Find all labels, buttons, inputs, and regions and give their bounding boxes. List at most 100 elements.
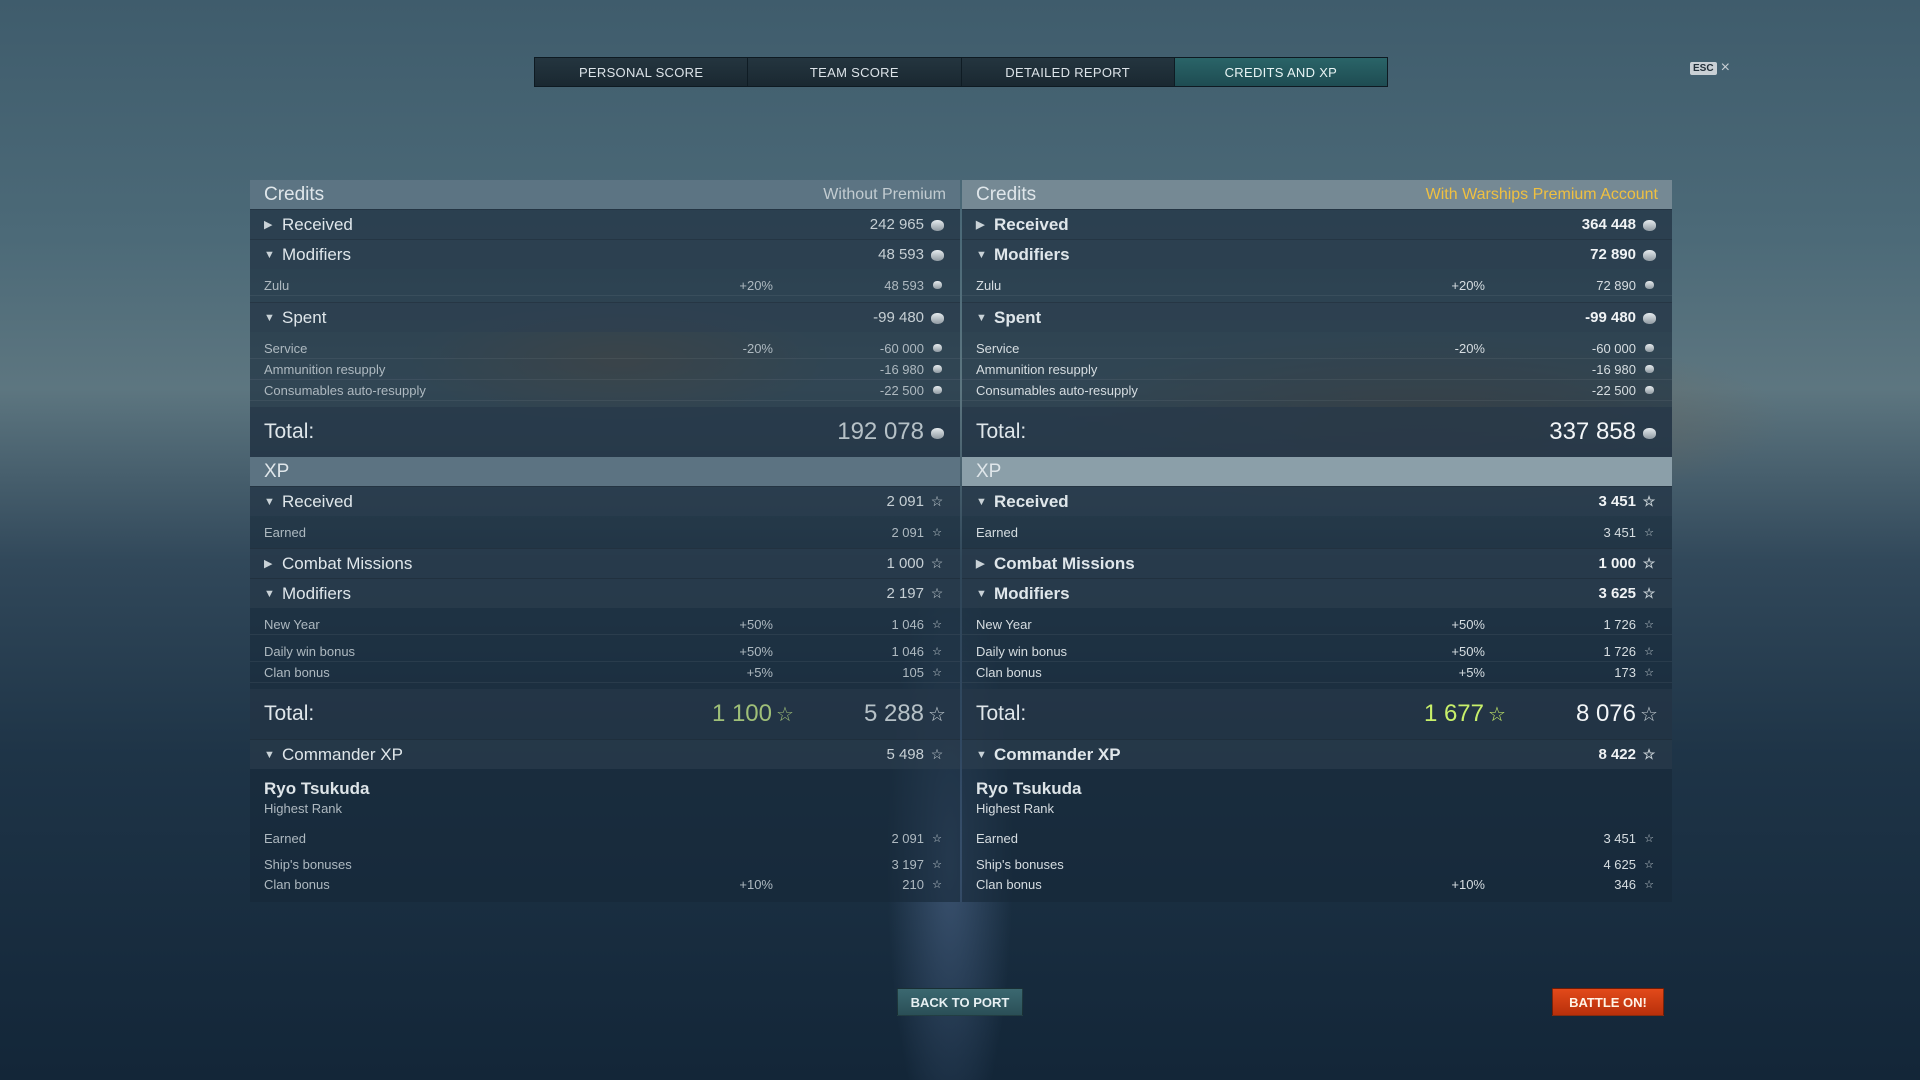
row-label: Earned xyxy=(264,830,306,846)
star-icon: ☆ xyxy=(932,858,942,871)
xp-header: XP xyxy=(250,457,960,486)
credits-spent-row[interactable]: ▼ Spent -99 480 xyxy=(250,302,960,332)
xp-modifiers-row[interactable]: ▼ Modifiers 3 625 ☆ xyxy=(962,578,1672,608)
modifier-row-zulu: Zulu +20% 48 593 xyxy=(250,275,960,296)
spent-row-ammunition: Ammunition resupply -16 980 xyxy=(962,359,1672,380)
credits-total-row: Total: 192 078 xyxy=(250,407,960,457)
xp-header: XP xyxy=(962,457,1672,486)
collapse-arrow-icon[interactable]: ▼ xyxy=(264,496,282,508)
credits-spent-row[interactable]: ▼ Spent -99 480 xyxy=(962,302,1672,332)
tab-team-score[interactable]: TEAM SCORE xyxy=(748,58,962,86)
xp-modifiers-row[interactable]: ▼ Modifiers 2 197 ☆ xyxy=(250,578,960,608)
modifier-percent: +50% xyxy=(1451,616,1485,632)
xp-bonus-number: 1 677 xyxy=(1423,700,1484,727)
modifier-percent: +20% xyxy=(1451,277,1485,293)
xp-modifier-row-new-year: New Year +50% 1 726 ☆ xyxy=(962,614,1672,635)
credits-title: Credits xyxy=(264,183,325,205)
credits-header: Credits With Warships Premium Account xyxy=(962,180,1672,209)
credit-coin-icon xyxy=(928,279,946,291)
total-label: Total: xyxy=(264,420,315,443)
xp-modifier-row-new-year: New Year +50% 1 046 ☆ xyxy=(250,614,960,635)
xp-received-row[interactable]: ▼ Received 3 451 ☆ xyxy=(962,486,1672,516)
battle-on-button[interactable]: BATTLE ON! xyxy=(1552,988,1664,1016)
row-value: 364 448 xyxy=(1581,216,1636,233)
total-label: Total: xyxy=(976,702,1027,725)
expand-arrow-icon[interactable]: ▶ xyxy=(264,557,282,570)
collapse-arrow-icon[interactable]: ▼ xyxy=(264,312,282,324)
collapse-arrow-icon[interactable]: ▼ xyxy=(976,496,994,508)
star-icon: ☆ xyxy=(1488,704,1506,726)
row-label: Received xyxy=(994,214,1069,234)
row-value: 346 xyxy=(1614,876,1636,892)
combat-missions-row[interactable]: ▶ Combat Missions 1 000 ☆ xyxy=(962,548,1672,578)
expand-arrow-icon[interactable]: ▶ xyxy=(264,218,282,231)
row-label: Modifiers xyxy=(282,244,351,264)
star-icon: ☆ xyxy=(930,555,944,571)
row-label: Earned xyxy=(976,830,1018,846)
combat-missions-row[interactable]: ▶ Combat Missions 1 000 ☆ xyxy=(250,548,960,578)
modifier-percent: +50% xyxy=(739,616,773,632)
credits-modifiers-row[interactable]: ▼ Modifiers 72 890 xyxy=(962,239,1672,269)
xp-bonus-number: 1 100 xyxy=(711,700,772,727)
tab-personal-score[interactable]: PERSONAL SCORE xyxy=(535,58,749,86)
row-value: 1 726 xyxy=(1603,616,1636,632)
credit-coin-icon xyxy=(1640,424,1658,440)
collapse-arrow-icon[interactable]: ▼ xyxy=(976,588,994,600)
xp-modifier-row-clan: Clan bonus +5% 105 ☆ xyxy=(250,662,960,683)
xp-total-value: 8 076 xyxy=(1575,700,1636,727)
collapse-arrow-icon[interactable]: ▼ xyxy=(976,312,994,324)
back-to-port-button[interactable]: BACK TO PORT xyxy=(897,988,1023,1016)
commander-ship-bonus-row: Ship's bonuses 3 197 ☆ xyxy=(250,854,960,874)
row-value: 2 091 xyxy=(891,830,924,846)
collapse-arrow-icon[interactable]: ▼ xyxy=(264,749,282,761)
credit-coin-icon xyxy=(1640,310,1658,326)
star-icon: ☆ xyxy=(932,645,942,658)
collapse-arrow-icon[interactable]: ▼ xyxy=(264,588,282,600)
commander-xp-row[interactable]: ▼ Commander XP 5 498 ☆ xyxy=(250,739,960,769)
row-value: 3 451 xyxy=(1598,493,1636,510)
xp-title: XP xyxy=(976,460,1002,482)
row-value: 210 xyxy=(902,876,924,892)
credits-received-row[interactable]: ▶ Received 242 965 xyxy=(250,209,960,239)
tab-detailed-report[interactable]: DETAILED REPORT xyxy=(961,58,1175,86)
star-icon: ☆ xyxy=(1644,526,1654,539)
credit-coin-icon xyxy=(928,384,946,396)
spent-row-ammunition: Ammunition resupply -16 980 xyxy=(250,359,960,380)
xp-bonus-value: 1 677 ☆ xyxy=(1424,700,1506,728)
expand-arrow-icon[interactable]: ▶ xyxy=(976,557,994,570)
credits-total-row: Total: 337 858 xyxy=(962,407,1672,457)
row-label: Consumables auto-resupply xyxy=(264,382,426,398)
credit-coin-icon xyxy=(1640,384,1658,396)
row-value: 48 593 xyxy=(884,277,924,293)
expand-arrow-icon[interactable]: ▶ xyxy=(976,218,994,231)
with-premium-column: Credits With Warships Premium Account ▶ … xyxy=(962,180,1672,902)
star-icon: ☆ xyxy=(1640,703,1658,726)
star-icon: ☆ xyxy=(1644,666,1654,679)
collapse-arrow-icon[interactable]: ▼ xyxy=(976,249,994,261)
row-value: -16 980 xyxy=(879,361,924,377)
esc-close-button[interactable]: ESC × xyxy=(1690,60,1730,76)
collapse-arrow-icon[interactable]: ▼ xyxy=(264,249,282,261)
credit-coin-icon xyxy=(1640,342,1658,354)
star-icon: ☆ xyxy=(928,703,946,726)
credit-coin-icon xyxy=(1640,217,1658,233)
xp-bonus-value: 1 100 ☆ xyxy=(712,700,794,728)
commander-xp-row[interactable]: ▼ Commander XP 8 422 ☆ xyxy=(962,739,1672,769)
credits-modifiers-row[interactable]: ▼ Modifiers 48 593 xyxy=(250,239,960,269)
commander-earned-row: Earned 2 091 ☆ xyxy=(250,828,960,848)
credits-received-row[interactable]: ▶ Received 364 448 xyxy=(962,209,1672,239)
modifier-percent: -20% xyxy=(742,340,773,356)
tab-credits-and-xp[interactable]: CREDITS AND XP xyxy=(1174,58,1387,86)
star-icon: ☆ xyxy=(1644,618,1654,631)
star-icon: ☆ xyxy=(932,832,942,845)
xp-received-row[interactable]: ▼ Received 2 091 ☆ xyxy=(250,486,960,516)
row-label: Commander XP xyxy=(994,744,1121,764)
row-value: 48 593 xyxy=(878,246,924,263)
collapse-arrow-icon[interactable]: ▼ xyxy=(976,749,994,761)
star-icon: ☆ xyxy=(1642,746,1656,762)
row-label: Ship's bonuses xyxy=(264,856,352,872)
row-label: Consumables auto-resupply xyxy=(976,382,1138,398)
row-value: 2 091 xyxy=(891,524,924,540)
row-value: 3 451 xyxy=(1603,524,1636,540)
row-label: Combat Missions xyxy=(282,553,413,573)
